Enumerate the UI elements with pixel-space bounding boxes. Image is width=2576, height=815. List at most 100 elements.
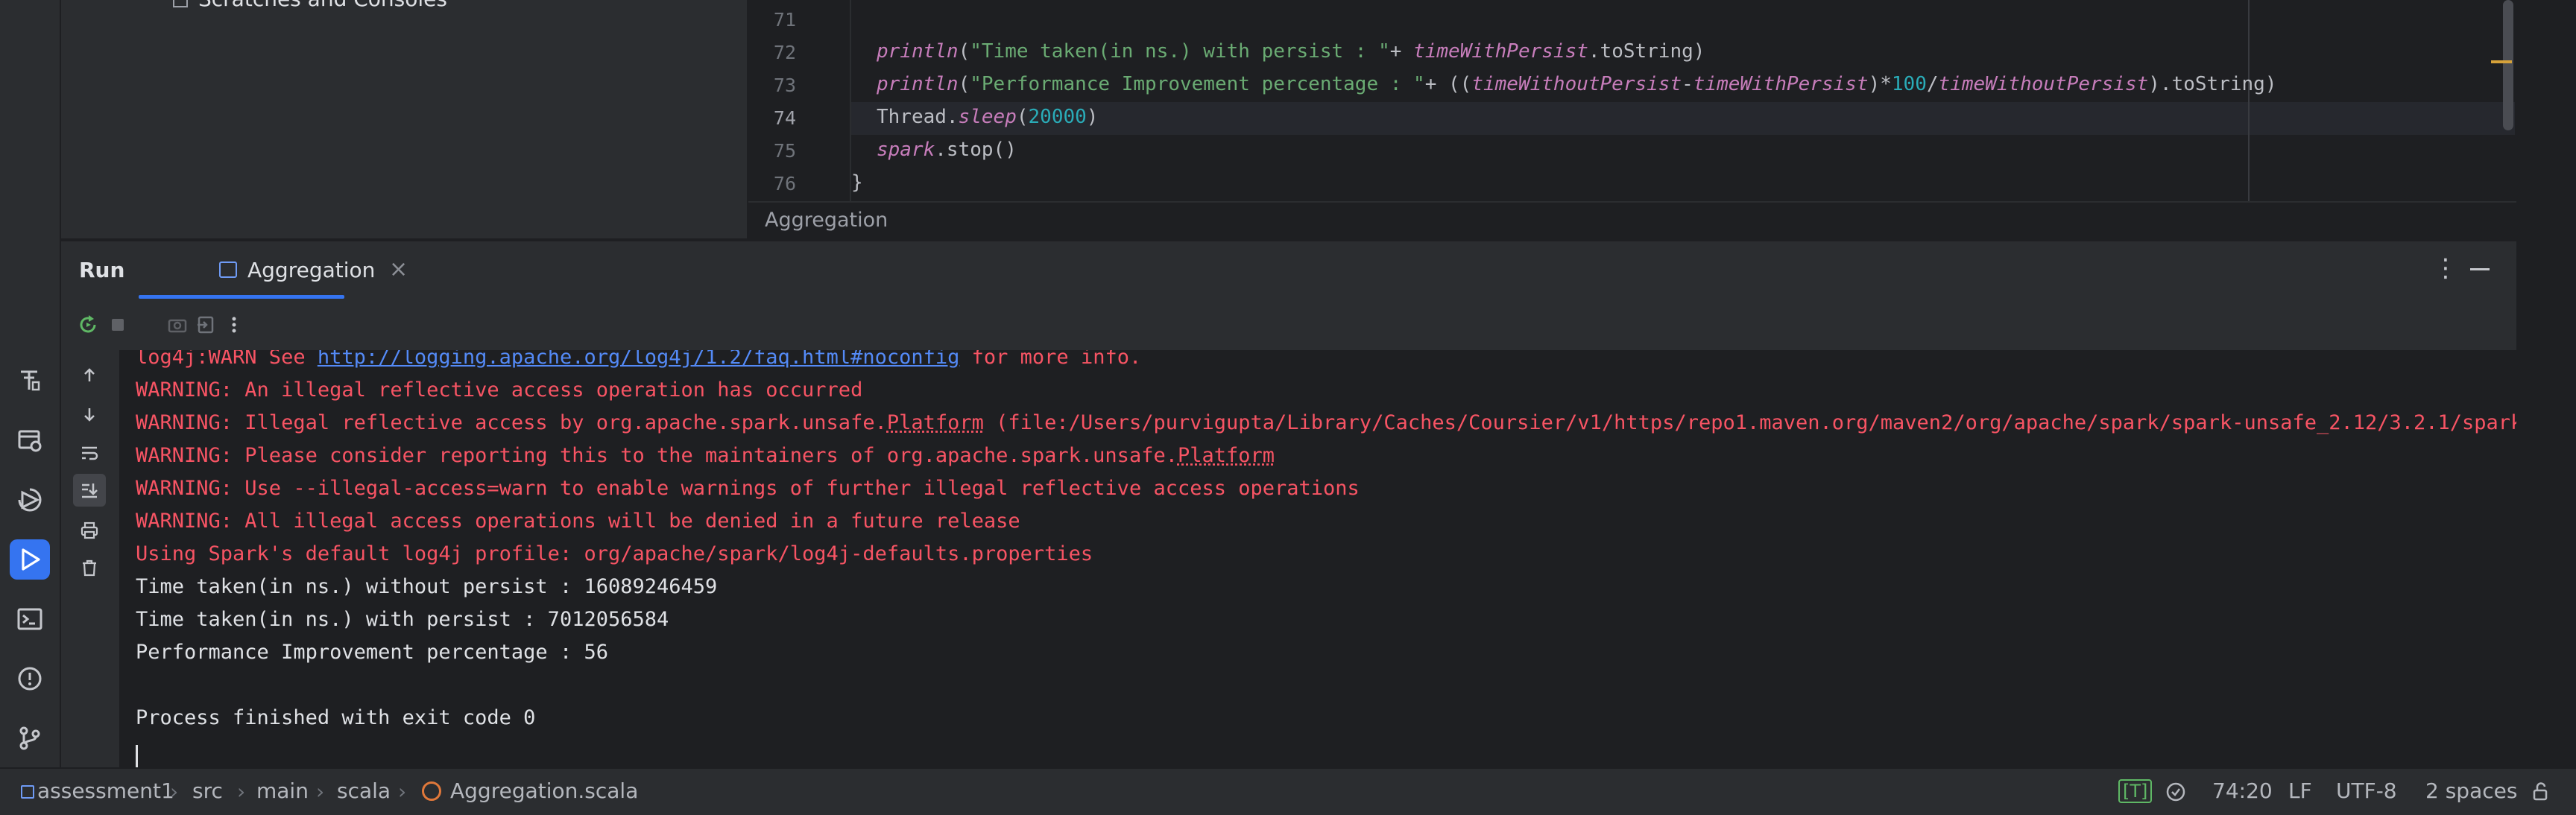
- scroll-down-button[interactable]: [73, 398, 106, 431]
- right-margin-guide: [2248, 0, 2250, 201]
- stop-icon: [107, 314, 129, 336]
- scroll-to-end-icon: [79, 480, 100, 501]
- clear-all-button[interactable]: [73, 551, 106, 584]
- console-caret: [136, 745, 138, 769]
- trash-icon: [79, 557, 100, 578]
- breadcrumb-separator: ›: [237, 779, 245, 804]
- git-tool-button[interactable]: [10, 718, 50, 758]
- run-window-title: Run: [79, 258, 124, 282]
- tab-label: Aggregation: [247, 258, 375, 282]
- rerun-icon: [77, 314, 99, 336]
- editor-breadcrumb: Aggregation: [748, 201, 2516, 238]
- console-line: WARNING: All illegal access operations w…: [136, 510, 1020, 533]
- exit-button[interactable]: [191, 310, 221, 340]
- breadcrumb-src[interactable]: src: [192, 778, 223, 803]
- tree-item-scratches[interactable]: Scratches and Consoles: [173, 0, 447, 11]
- console-line: Using Spark's default log4j profile: org…: [136, 542, 1093, 565]
- services-icon: [15, 425, 45, 455]
- caret-position[interactable]: 74:20: [2212, 778, 2273, 803]
- soft-wrap-button[interactable]: [73, 437, 106, 469]
- code-line-73: println("Performance Improvement percent…: [877, 73, 2276, 95]
- scratches-icon: [173, 0, 188, 7]
- services-tool-button[interactable]: [10, 420, 50, 460]
- line-number-gutter: 71 72 73 74 75 76: [748, 0, 851, 201]
- debug-tool-button[interactable]: [10, 480, 50, 520]
- console-line: WARNING: Please consider reporting this …: [136, 444, 1275, 467]
- terminal-icon: [15, 604, 45, 634]
- active-tab-indicator: [139, 295, 344, 299]
- console-line: Time taken(in ns.) with persist : 701205…: [136, 608, 669, 631]
- breadcrumb-separator: ›: [170, 779, 178, 804]
- code-line-75: spark.stop(): [877, 139, 1017, 161]
- terminal-tool-button[interactable]: [10, 599, 50, 639]
- breadcrumb-project[interactable]: assessment1: [37, 778, 174, 803]
- stop-button[interactable]: [103, 310, 133, 340]
- line-number: 74: [774, 107, 796, 129]
- line-number: 73: [774, 74, 796, 96]
- editor-scrollbar[interactable]: [2503, 0, 2513, 130]
- printer-icon: [79, 520, 100, 541]
- arrow-down-icon: [79, 404, 100, 425]
- exit-icon: [195, 314, 217, 336]
- arrow-up-icon: [79, 365, 100, 386]
- structure-tool-button[interactable]: [10, 361, 50, 401]
- log4j-faq-link[interactable]: http://logging.apache.org/log4j/1.2/faq.…: [318, 350, 960, 369]
- scroll-to-end-button[interactable]: [73, 474, 106, 507]
- status-bar: assessment1 › src › main › scala › Aggre…: [0, 767, 2576, 815]
- line-ending[interactable]: LF: [2288, 778, 2312, 803]
- tab-aggregation[interactable]: Aggregation ×: [140, 241, 405, 301]
- structure-icon: [15, 366, 45, 396]
- console-line: WARNING: Use --illegal-access=warn to en…: [136, 477, 1360, 500]
- indent-setting[interactable]: 2 spaces: [2425, 778, 2517, 803]
- tree-item-label: Scratches and Consoles: [198, 0, 447, 11]
- console-icon: [219, 261, 237, 278]
- console-output[interactable]: log4j:WARN See http://logging.apache.org…: [119, 350, 2516, 769]
- rerun-button[interactable]: [73, 310, 103, 340]
- git-branch-icon: [15, 723, 45, 753]
- camera-icon: [166, 314, 189, 336]
- print-button[interactable]: [73, 514, 106, 547]
- problems-icon: [15, 664, 45, 694]
- run-icon: [15, 545, 45, 574]
- inspection-icon[interactable]: [2165, 781, 2187, 803]
- close-tab-button[interactable]: ×: [389, 256, 408, 282]
- run-toolbar: [61, 301, 2516, 350]
- soft-wrap-icon: [79, 443, 100, 463]
- console-line: WARNING: An illegal reflective access op…: [136, 378, 862, 402]
- breadcrumb-main[interactable]: main: [256, 778, 309, 803]
- breadcrumb-separator: ›: [398, 779, 406, 804]
- scroll-up-button[interactable]: [73, 359, 106, 392]
- code-line-76: }: [851, 171, 863, 194]
- code-editor[interactable]: 71 72 73 74 75 76 println("Time taken(in…: [748, 0, 2516, 237]
- problems-tool-button[interactable]: [10, 659, 50, 699]
- console-line: WARNING: Illegal reflective access by or…: [136, 411, 2516, 434]
- code-line-74: Thread.sleep(20000): [877, 106, 1098, 128]
- breadcrumb-file[interactable]: Aggregation.scala: [450, 778, 638, 803]
- scala-file-icon: [422, 781, 441, 801]
- file-encoding[interactable]: UTF-8: [2336, 778, 2397, 803]
- run-configs-icon: [15, 485, 45, 515]
- code-line-72: println("Time taken(in ns.) with persist…: [877, 40, 1705, 63]
- project-pane: Scratches and Consoles: [61, 0, 747, 238]
- console-line-exit: Process finished with exit code 0: [136, 706, 535, 729]
- line-number: 75: [774, 140, 796, 162]
- line-number: 76: [774, 173, 796, 194]
- minimize-button[interactable]: [2470, 268, 2490, 270]
- console-line: Time taken(in ns.) without persist : 160…: [136, 575, 717, 598]
- run-tool-button[interactable]: [10, 539, 50, 580]
- console-line: Performance Improvement percentage : 56: [136, 641, 608, 664]
- warning-marker[interactable]: [2491, 60, 2512, 63]
- more-actions-button[interactable]: [219, 310, 249, 340]
- lock-icon[interactable]: [2530, 781, 2552, 803]
- breadcrumb-item[interactable]: Aggregation: [765, 209, 888, 232]
- console-line-log4j: log4j:WARN See http://logging.apache.org…: [136, 350, 1141, 369]
- line-number: 72: [774, 42, 796, 63]
- screenshot-button[interactable]: [162, 310, 192, 340]
- breadcrumb-scala[interactable]: scala: [337, 778, 391, 803]
- module-icon: [21, 785, 34, 799]
- line-number: 71: [774, 9, 796, 31]
- options-menu-button[interactable]: ⋮: [2433, 253, 2458, 283]
- console-side-actions: [61, 350, 119, 767]
- template-badge[interactable]: [T]: [2118, 779, 2152, 803]
- breadcrumb-separator: ›: [316, 779, 324, 804]
